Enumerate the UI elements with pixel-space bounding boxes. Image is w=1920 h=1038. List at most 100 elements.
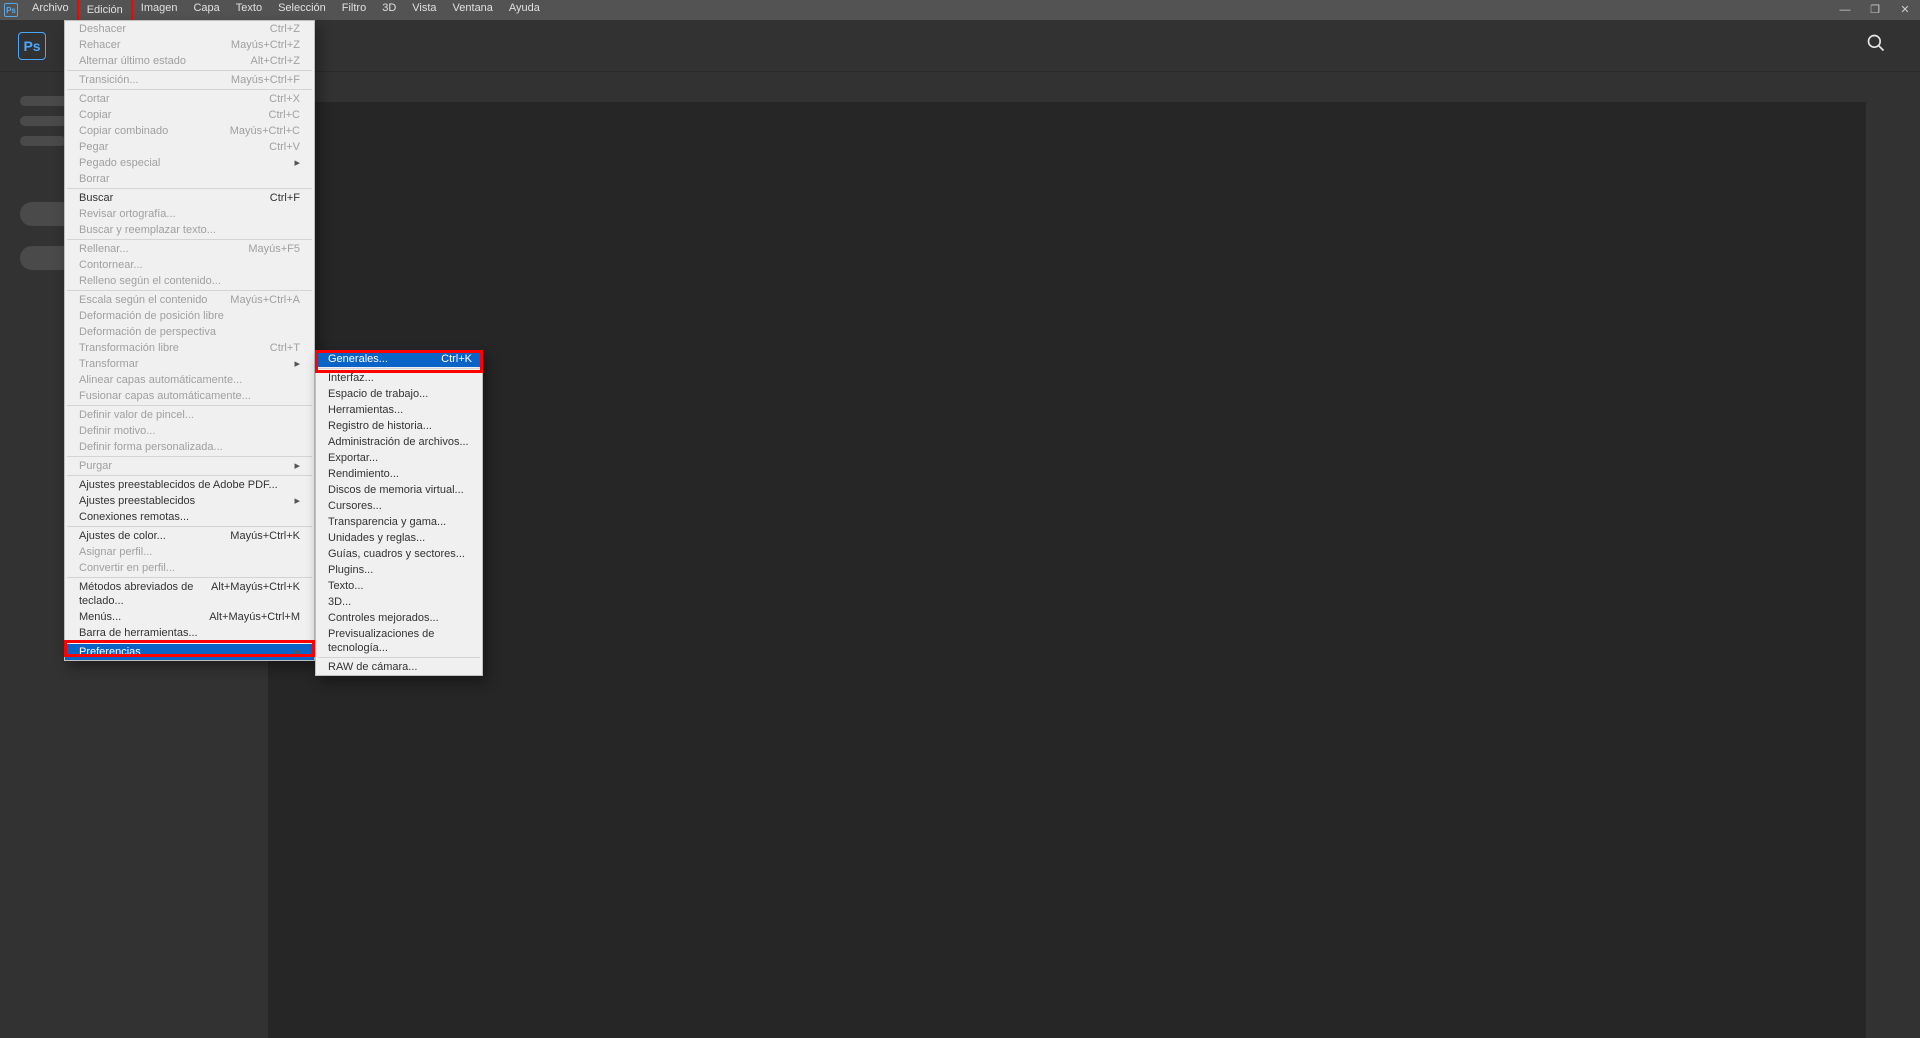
menu-item: Alinear capas automáticamente... <box>65 372 314 388</box>
submenu-item-label: Texto... <box>328 579 363 593</box>
menu-vista[interactable]: Vista <box>404 0 444 22</box>
menu-item-shortcut: Mayús+Ctrl+C <box>230 124 300 138</box>
menu-item-shortcut: Alt+Ctrl+Z <box>250 54 300 68</box>
submenu-item-label: Generales... <box>328 352 388 366</box>
menu-item: Rehacer Mayús+Ctrl+Z <box>65 37 314 53</box>
menu-item[interactable]: Métodos abreviados de teclado...Alt+Mayú… <box>65 579 314 609</box>
menu-item[interactable]: Ajustes preestablecidos de Adobe PDF... <box>65 477 314 493</box>
menu-item: Deformación de perspectiva <box>65 324 314 340</box>
menu-item[interactable]: Menús...Alt+Mayús+Ctrl+M <box>65 609 314 625</box>
submenu-item[interactable]: RAW de cámara... <box>316 659 482 675</box>
menu-separator <box>67 577 312 578</box>
menu-item-label: Fusionar capas automáticamente... <box>79 389 251 403</box>
menu-item[interactable]: Preferencias▸ <box>65 644 314 660</box>
menu-separator <box>318 368 480 369</box>
submenu-item-label: Interfaz... <box>328 371 374 385</box>
menu-item: Definir valor de pincel... <box>65 407 314 423</box>
menu-item[interactable]: Ajustes preestablecidos▸ <box>65 493 314 509</box>
submenu-item[interactable]: 3D... <box>316 594 482 610</box>
menu-item-label: Relleno según el contenido... <box>79 274 221 288</box>
menu-item-label: Deshacer <box>79 22 126 36</box>
menu-item-label: Transformación libre <box>79 341 179 355</box>
submenu-item[interactable]: Rendimiento... <box>316 466 482 482</box>
menu-edición[interactable]: Edición <box>77 0 133 22</box>
menubar: Ps ArchivoEdiciónImagenCapaTextoSelecció… <box>0 0 1920 20</box>
menu-item[interactable]: Ajustes de color...Mayús+Ctrl+K <box>65 528 314 544</box>
menu-item-shortcut: Mayús+Ctrl+K <box>230 529 300 543</box>
submenu-item-shortcut: Ctrl+K <box>441 352 472 366</box>
menu-archivo[interactable]: Archivo <box>24 0 77 22</box>
menu-item: Transformación libre Ctrl+T <box>65 340 314 356</box>
menu-item: Definir motivo... <box>65 423 314 439</box>
menu-item[interactable]: BuscarCtrl+F <box>65 190 314 206</box>
submenu-item-label: Herramientas... <box>328 403 403 417</box>
menu-item-label: Alinear capas automáticamente... <box>79 373 242 387</box>
submenu-item[interactable]: Texto... <box>316 578 482 594</box>
menu-selección[interactable]: Selección <box>270 0 334 22</box>
submenu-item-label: Controles mejorados... <box>328 611 439 625</box>
menu-imagen[interactable]: Imagen <box>133 0 186 22</box>
menu-item: Buscar y reemplazar texto... <box>65 222 314 238</box>
menu-item-shortcut: Mayús+Ctrl+Z <box>231 38 300 52</box>
menu-item-label: Escala según el contenido <box>79 293 207 307</box>
menu-item: Transición...Mayús+Ctrl+F <box>65 72 314 88</box>
menu-item-label: Deformación de perspectiva <box>79 325 216 339</box>
menu-item-label: Borrar <box>79 172 110 186</box>
submenu-item-label: Exportar... <box>328 451 378 465</box>
menu-item-label: Rehacer <box>79 38 121 52</box>
submenu-item[interactable]: Previsualizaciones de tecnología... <box>316 626 482 656</box>
submenu-item[interactable]: Unidades y reglas... <box>316 530 482 546</box>
submenu-item[interactable]: Generales... Ctrl+K <box>316 351 482 367</box>
submenu-item[interactable]: Registro de historia... <box>316 418 482 434</box>
menu-item-label: Asignar perfil... <box>79 545 152 559</box>
submenu-item[interactable]: Transparencia y gama... <box>316 514 482 530</box>
menu-item-shortcut: Ctrl+T <box>270 341 300 355</box>
menu-item-label: Revisar ortografía... <box>79 207 176 221</box>
menu-item[interactable]: Conexiones remotas... <box>65 509 314 525</box>
submenu-item[interactable]: Administración de archivos... <box>316 434 482 450</box>
menu-item-label: Definir motivo... <box>79 424 155 438</box>
submenu-item[interactable]: Espacio de trabajo... <box>316 386 482 402</box>
menu-item-shortcut: Ctrl+X <box>269 92 300 106</box>
submenu-item-label: Previsualizaciones de tecnología... <box>328 627 472 655</box>
close-button[interactable]: ✕ <box>1896 1 1914 19</box>
submenu-item[interactable]: Exportar... <box>316 450 482 466</box>
submenu-item-label: Registro de historia... <box>328 419 432 433</box>
menu-item-label: Conexiones remotas... <box>79 510 189 524</box>
submenu-item[interactable]: Cursores... <box>316 498 482 514</box>
submenu-item[interactable]: Interfaz... <box>316 370 482 386</box>
submenu-item[interactable]: Herramientas... <box>316 402 482 418</box>
menu-item[interactable]: Barra de herramientas... <box>65 625 314 641</box>
menu-item-label: Transformar <box>79 357 139 371</box>
menu-3d[interactable]: 3D <box>374 0 404 22</box>
submenu-arrow-icon: ▸ <box>294 459 300 473</box>
menu-ventana[interactable]: Ventana <box>445 0 501 22</box>
menu-ayuda[interactable]: Ayuda <box>501 0 548 22</box>
submenu-item-label: Cursores... <box>328 499 382 513</box>
submenu-item-label: Administración de archivos... <box>328 435 469 449</box>
menu-separator <box>67 89 312 90</box>
menu-capa[interactable]: Capa <box>185 0 227 22</box>
minimize-button[interactable]: — <box>1836 1 1854 19</box>
submenu-item-label: Discos de memoria virtual... <box>328 483 464 497</box>
menu-item-label: Copiar combinado <box>79 124 168 138</box>
menu-filtro[interactable]: Filtro <box>334 0 374 22</box>
menu-separator <box>67 405 312 406</box>
window-controls: — ❐ ✕ <box>1836 0 1914 20</box>
submenu-item[interactable]: Guías, cuadros y sectores... <box>316 546 482 562</box>
submenu-item-label: 3D... <box>328 595 351 609</box>
menu-item: Revisar ortografía... <box>65 206 314 222</box>
menu-item-label: Pegado especial <box>79 156 160 170</box>
menu-item: Asignar perfil... <box>65 544 314 560</box>
menu-item: Copiar combinado Mayús+Ctrl+C <box>65 123 314 139</box>
restore-button[interactable]: ❐ <box>1866 1 1884 19</box>
menu-texto[interactable]: Texto <box>228 0 270 22</box>
submenu-item[interactable]: Discos de memoria virtual... <box>316 482 482 498</box>
submenu-item[interactable]: Controles mejorados... <box>316 610 482 626</box>
menu-item-label: Deformación de posición libre <box>79 309 224 323</box>
submenu-item[interactable]: Plugins... <box>316 562 482 578</box>
submenu-arrow-icon: ▸ <box>294 494 300 508</box>
menu-item: Relleno según el contenido... <box>65 273 314 289</box>
menu-item-shortcut: Mayús+Ctrl+A <box>230 293 300 307</box>
search-icon[interactable] <box>1866 33 1886 58</box>
